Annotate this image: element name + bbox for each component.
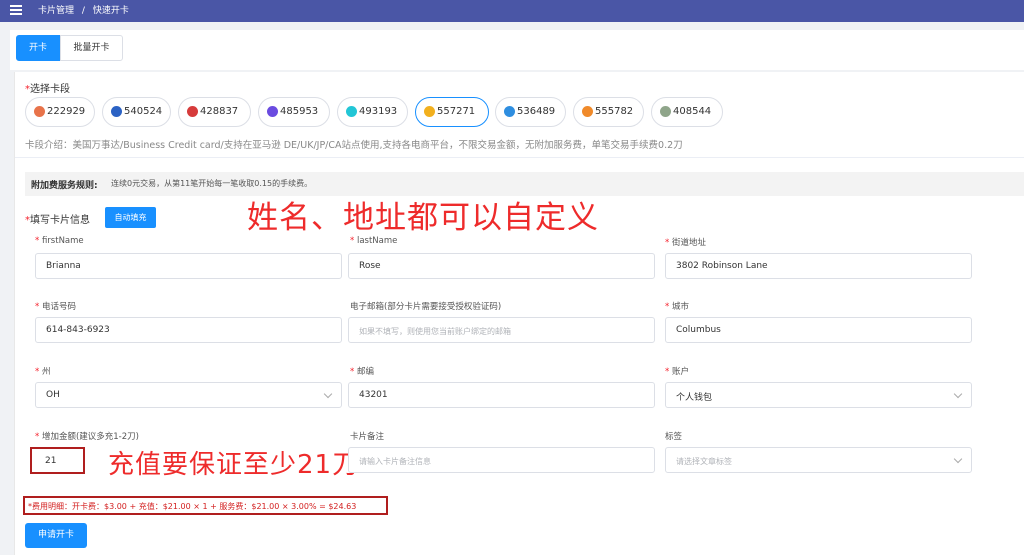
amount-field[interactable]: 21 — [30, 447, 85, 474]
annotation-min-recharge: 充值要保证至少21刀 — [108, 450, 360, 480]
chevron-down-icon — [953, 389, 963, 399]
fee-detail-box: *费用明细：开卡费：$3.00 + 充值：$21.00 × 1 + 服务费：$2… — [23, 496, 388, 515]
tag-placeholder: 请选择文章标签 — [676, 457, 732, 466]
remark-placeholder: 请输入卡片备注信息 — [359, 457, 431, 466]
card-segment-label: 222929 — [47, 106, 86, 117]
fill-section-title: *填写卡片信息 — [25, 211, 90, 226]
card-brand-icon — [111, 106, 122, 117]
chevron-down-icon — [323, 389, 333, 399]
tab-open-card[interactable]: 开卡 — [16, 35, 60, 61]
card-segment-label: 428837 — [200, 106, 239, 117]
card-intro: 卡段介绍：美国万事达/Business Credit card/支持在亚马逊 D… — [25, 140, 683, 151]
last-name-value: Rose — [359, 261, 381, 271]
breadcrumb-card-management[interactable]: 卡片管理 — [38, 6, 74, 16]
card-segment-chip[interactable]: 493193 — [337, 97, 408, 127]
remark-label: 卡片备注 — [350, 432, 385, 442]
phone-field[interactable]: 614-843-6923 — [35, 317, 342, 343]
remark-field[interactable]: 请输入卡片备注信息 — [348, 447, 655, 473]
account-value: 个人钱包 — [676, 393, 713, 403]
card-segment-chip[interactable]: 557271 — [415, 97, 489, 127]
annotation-custom-name-address: 姓名、地址都可以自定义 — [247, 200, 599, 236]
card-segment-chip[interactable]: 408544 — [651, 97, 723, 127]
tag-label: 标签 — [665, 432, 683, 442]
account-label: * 账户 — [665, 367, 689, 377]
street-label: * 街道地址 — [665, 238, 706, 248]
phone-label: * 电话号码 — [35, 302, 76, 312]
tag-select[interactable]: 请选择文章标签 — [665, 447, 972, 473]
first-name-label: * firstName — [35, 236, 84, 246]
card-segment-label: 408544 — [673, 106, 712, 117]
card-brand-icon — [346, 106, 357, 117]
surcharge-rules-title: 附加费服务规则: — [31, 181, 98, 191]
phone-value: 614-843-6923 — [46, 325, 110, 335]
tabs-card: 开卡 批量开卡 — [10, 30, 1024, 70]
email-label: 电子邮箱(部分卡片需要接受授权验证码) — [350, 302, 502, 312]
card-brand-icon — [267, 106, 278, 117]
account-select[interactable]: 个人钱包 — [665, 382, 972, 408]
chevron-down-icon — [953, 454, 963, 464]
state-select[interactable]: OH — [35, 382, 342, 408]
zip-value: 43201 — [359, 390, 388, 400]
card-segment-label: 540524 — [124, 106, 163, 117]
card-segment-label: 536489 — [517, 106, 556, 117]
card-brand-icon — [582, 106, 593, 117]
card-segment-chip[interactable]: 485953 — [258, 97, 330, 127]
card-segment-label: 493193 — [359, 106, 398, 117]
fill-section-title-text: 填写卡片信息 — [30, 215, 90, 226]
card-section-title-text: 选择卡段 — [30, 84, 70, 95]
breadcrumb-separator: / — [81, 6, 85, 16]
card-brand-icon — [424, 106, 435, 117]
form-panel: *选择卡段 222929 540524 428837 485953 493193 5572… — [14, 72, 1024, 555]
apply-open-card-button[interactable]: 申请开卡 — [25, 523, 87, 548]
card-segment-chip[interactable]: 536489 — [495, 97, 566, 127]
hamburger-menu-icon[interactable] — [10, 5, 22, 15]
autofill-button[interactable]: 自动填充 — [105, 207, 156, 228]
card-segment-chip[interactable]: 540524 — [102, 97, 171, 127]
card-brand-icon — [504, 106, 515, 117]
city-value: Columbus — [676, 325, 721, 335]
card-segment-label: 485953 — [280, 106, 319, 117]
card-brand-icon — [187, 106, 198, 117]
first-name-field[interactable]: Brianna — [35, 253, 342, 279]
breadcrumb: 卡片管理 / 快速开卡 — [38, 3, 134, 16]
state-value: OH — [46, 390, 60, 400]
state-label: * 州 — [35, 367, 51, 377]
last-name-field[interactable]: Rose — [348, 253, 655, 279]
card-brand-icon — [34, 106, 45, 117]
amount-value: 21 — [45, 456, 57, 466]
card-segment-chip[interactable]: 428837 — [178, 97, 251, 127]
surcharge-rules-text: 连续0元交易，从第11笔开始每一笔收取0.15的手续费。 — [111, 179, 313, 188]
last-name-label: * lastName — [350, 236, 398, 246]
tab-batch-open-card[interactable]: 批量开卡 — [60, 35, 123, 61]
first-name-value: Brianna — [46, 261, 81, 271]
zip-label: * 邮编 — [350, 367, 374, 377]
card-section-title: *选择卡段 — [25, 80, 70, 95]
card-segment-label: 555782 — [595, 106, 634, 117]
card-segment-chip[interactable]: 222929 — [25, 97, 95, 127]
street-value: 3802 Robinson Lane — [676, 261, 768, 271]
email-placeholder: 如果不填写，则使用您当前账户绑定的邮箱 — [359, 327, 511, 336]
fee-detail-text: *费用明细：开卡费：$3.00 + 充值：$21.00 × 1 + 服务费：$2… — [28, 502, 357, 511]
card-segment-label: 557271 — [437, 106, 476, 117]
card-segment-chip[interactable]: 555782 — [573, 97, 644, 127]
amount-label: * 增加金额(建议多充1-2刀) — [35, 432, 139, 442]
zip-field[interactable]: 43201 — [348, 382, 655, 408]
top-bar: 卡片管理 / 快速开卡 — [0, 0, 1024, 22]
street-field[interactable]: 3802 Robinson Lane — [665, 253, 972, 279]
email-field[interactable]: 如果不填写，则使用您当前账户绑定的邮箱 — [348, 317, 655, 343]
city-label: * 城市 — [665, 302, 689, 312]
card-brand-icon — [660, 106, 671, 117]
city-field[interactable]: Columbus — [665, 317, 972, 343]
divider — [15, 157, 1024, 158]
breadcrumb-quick-open: 快速开卡 — [92, 6, 129, 16]
